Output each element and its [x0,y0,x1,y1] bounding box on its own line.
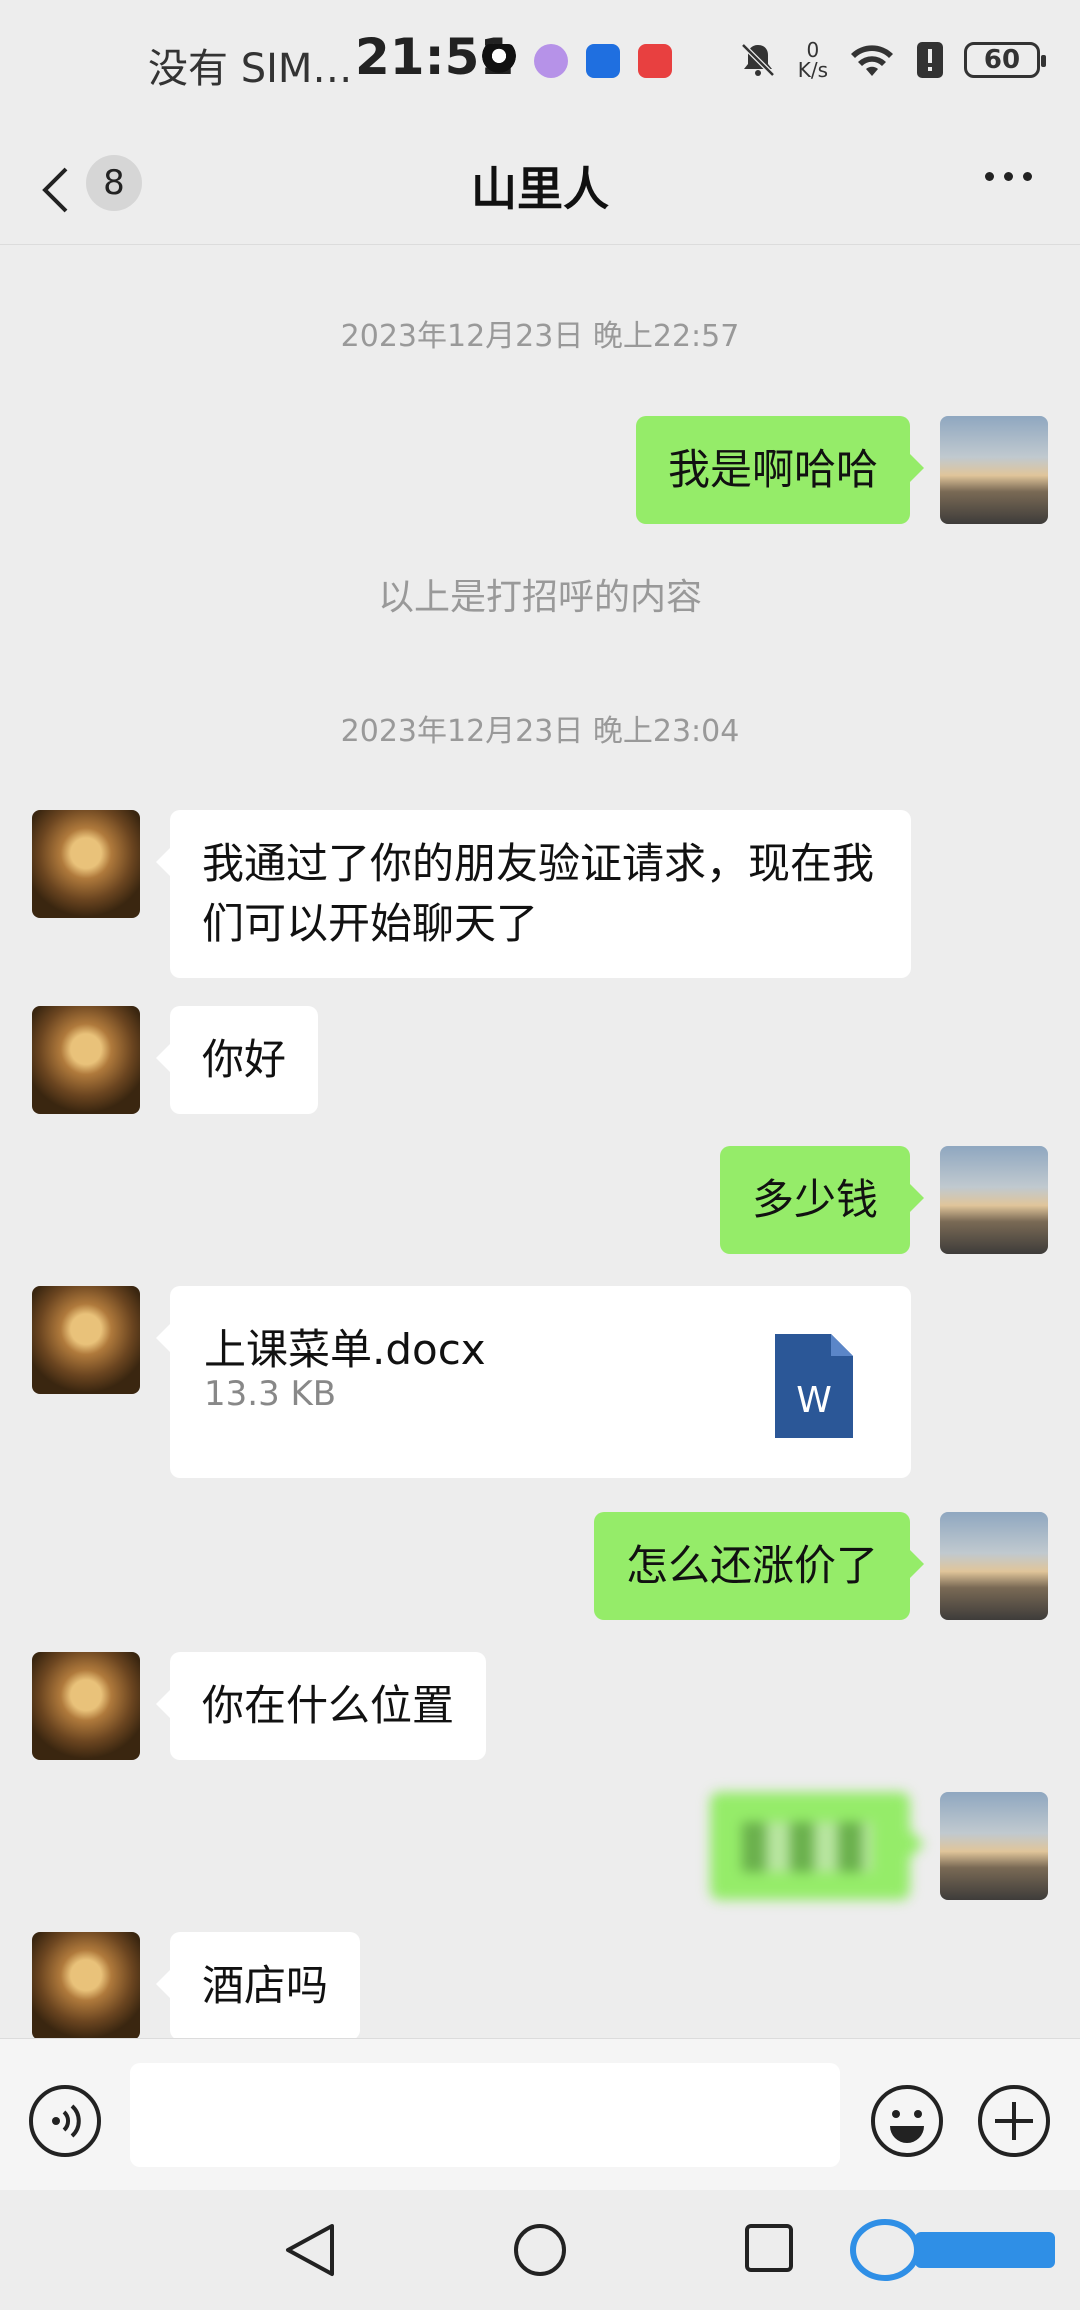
app-icon-purple [534,44,568,78]
avatar-self[interactable] [940,1512,1048,1620]
message-list[interactable]: 2023年12月23日 晚上22:57 我是啊哈哈 以上是打招呼的内容 2023… [0,246,1080,2038]
input-bar [0,2038,1080,2190]
app-icon-blue [586,44,620,78]
net-speed: 0 K/s [797,38,828,82]
wifi-icon [851,45,893,76]
nav-back-icon[interactable] [282,2220,338,2280]
status-bar: 没有 SIM… 21:51 0 K/s 60 [0,0,1080,130]
watermark-logo [845,2210,1065,2290]
alert-icon [917,42,943,78]
app-icon-red [638,44,672,78]
avatar-contact[interactable] [32,1652,140,1760]
avatar-self[interactable] [940,1792,1048,1900]
battery-indicator: 60 [964,42,1046,78]
message-bubble-outgoing[interactable]: 怎么还涨价了 [593,1512,925,1620]
emoji-icon[interactable] [870,2084,944,2158]
message-bubble-incoming[interactable]: 你好 [155,1006,319,1114]
message-bubble-outgoing[interactable]: 我是啊哈哈 [635,416,925,524]
message-input[interactable] [130,2063,840,2167]
message-bubble-outgoing[interactable]: 多少钱 [719,1146,925,1254]
notification-icons [482,44,672,78]
file-size: 13.3 KB [204,1374,337,1414]
avatar-contact[interactable] [32,1932,140,2038]
timestamp: 2023年12月23日 晚上23:04 [340,714,740,749]
message-bubble-incoming[interactable]: 你在什么位置 [155,1652,487,1760]
avatar-self[interactable] [940,416,1048,524]
word-document-icon: W [775,1334,853,1438]
message-bubble-incoming[interactable]: 酒店吗 [155,1932,361,2038]
file-message[interactable]: 上课菜单.docx 13.3 KB W [156,1286,911,1478]
plus-icon[interactable] [977,2084,1051,2158]
svg-text:W: W [796,1380,832,1421]
avatar-contact[interactable] [32,1286,140,1394]
message-bubble-outgoing-redacted[interactable] [710,1792,924,1900]
nav-recent-apps-icon[interactable] [745,2224,793,2272]
avatar-self[interactable] [940,1146,1048,1254]
voice-icon[interactable] [28,2084,102,2158]
message-bubble-incoming[interactable]: 我通过了你的朋友验证请求，现在我们可以开始聊天了 [156,810,911,978]
avatar-contact[interactable] [32,1006,140,1114]
more-dots-icon[interactable] [985,172,1032,181]
qq-icon [482,44,516,78]
nav-home-icon[interactable] [514,2224,566,2276]
avatar-contact[interactable] [32,810,140,918]
mute-bell-icon [740,43,775,77]
status-indicators: 0 K/s 60 [738,38,1046,82]
timestamp: 2023年12月23日 晚上22:57 [340,319,740,354]
system-notice: 以上是打招呼的内容 [377,577,702,618]
carrier-text: 没有 SIM… [148,46,353,92]
file-name: 上课菜单.docx [204,1325,486,1374]
page-title: 山里人 [471,162,609,216]
redacted-content [742,1822,872,1872]
